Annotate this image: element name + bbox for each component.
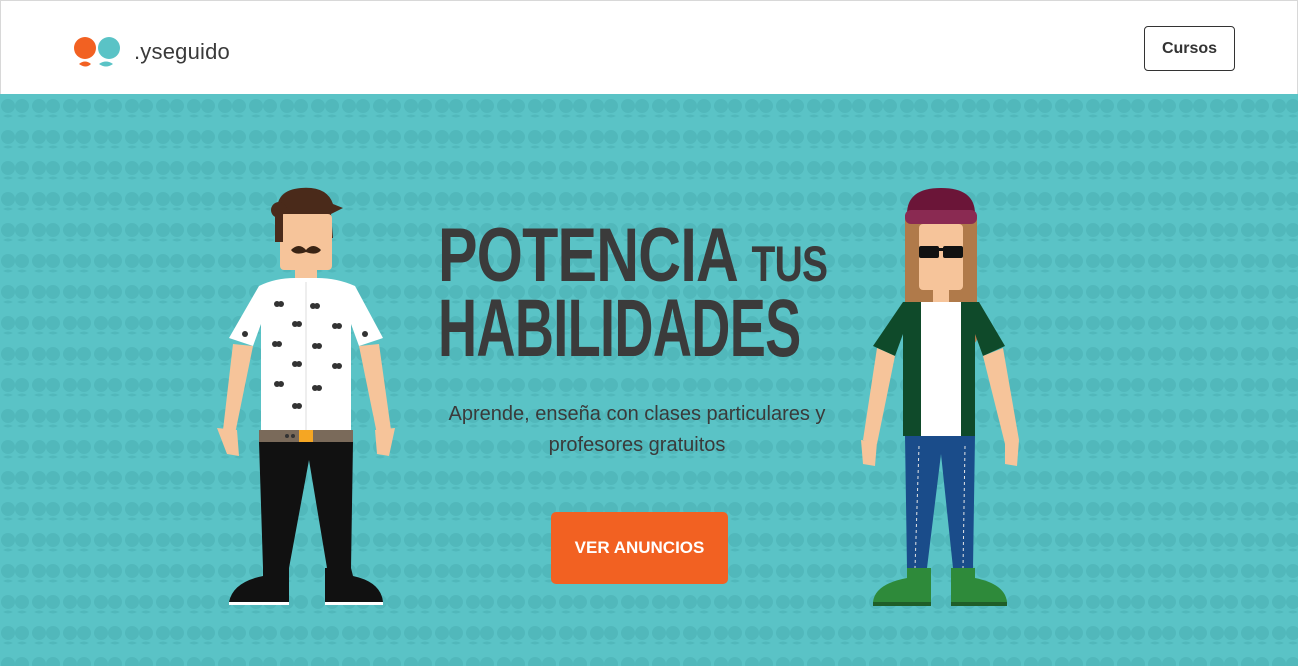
man-illustration [217,187,395,605]
cursos-button[interactable]: Cursos [1144,26,1235,71]
hero-headline: POTENCIA TUS HABILIDADES [438,218,838,375]
logo-icon[interactable] [73,35,123,75]
site-header: .yseguido Cursos [0,0,1298,94]
ver-anuncios-button[interactable]: VER ANUNCIOS [551,512,728,584]
hero-section: POTENCIA TUS HABILIDADES Aprende, enseña… [0,94,1298,666]
woman-illustration [861,188,1019,606]
headline-word-habilidades: HABILIDADES [438,283,801,375]
logo-text[interactable]: .yseguido [134,39,230,65]
hero-subtitle: Aprende, enseña con clases particulares … [448,403,826,456]
